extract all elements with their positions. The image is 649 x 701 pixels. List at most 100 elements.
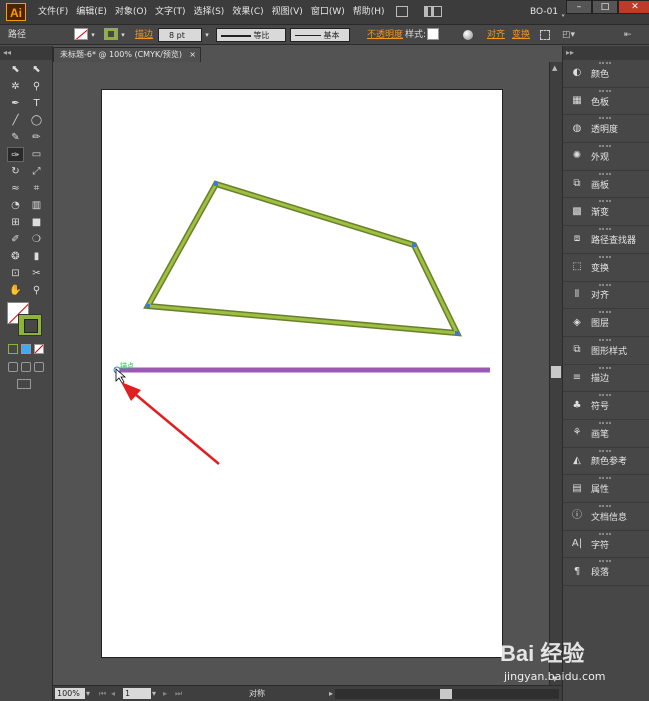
status-text[interactable]: 对称 [249,688,265,699]
fill-color-swatch[interactable] [74,28,88,40]
menu-item[interactable]: 文字(T) [151,0,190,25]
perspective-grid-tool-icon[interactable]: ▥ [28,198,45,213]
horizontal-scroll-thumb[interactable] [440,689,452,699]
workspace-switcher[interactable]: BO-01 ˬ [530,0,565,25]
blend-tool-icon[interactable]: ❍ [28,232,45,247]
zoom-tool-icon[interactable]: ⚲ [28,283,45,298]
panel-item-symbols[interactable]: ♣ 符号 [563,392,649,420]
color-mode-icon[interactable] [8,344,18,354]
free-transform-tool-icon[interactable]: ⌗ [28,181,45,196]
menu-item[interactable]: 窗口(W) [307,0,349,25]
panel-item-align[interactable]: ⫴ 对齐 [563,282,649,310]
graphic-style-swatch[interactable] [427,28,439,40]
panel-item-color[interactable]: ◐ 颜色 [563,60,649,88]
anchor-point[interactable] [214,182,218,186]
transform-link[interactable]: 变换 [512,28,530,42]
anchor-point[interactable] [455,331,459,335]
align-link[interactable]: 对齐 [487,28,505,42]
type-tool-icon[interactable]: T [28,96,45,111]
menu-item[interactable]: 视图(V) [268,0,307,25]
recolor-artwork-icon[interactable] [463,30,473,40]
menu-item[interactable]: 帮助(H) [349,0,389,25]
panel-item-stroke[interactable]: ≡ 描边 [563,365,649,393]
panel-item-gradient[interactable]: ▩ 渐变 [563,198,649,227]
canvas-area[interactable]: 锚点 [53,62,549,685]
gradient-tool-icon[interactable]: ■ [28,215,45,230]
column-graph-tool-icon[interactable]: ▮ [28,249,45,264]
eraser-tool-icon[interactable]: ▭ [28,147,45,162]
lasso-tool-icon[interactable]: ⚲ [28,79,45,94]
fill-dropdown-icon[interactable]: ▾ [89,28,97,42]
panel-item-document-info[interactable]: ⓘ 文档信息 [563,503,649,531]
horizontal-scrollbar[interactable] [335,689,559,699]
opacity-link[interactable]: 不透明度 [367,28,403,42]
close-document-icon[interactable]: × [189,48,196,62]
stroke-panel-link[interactable]: 描边 [135,28,153,42]
status-menu-icon[interactable]: ▸ [329,688,333,699]
stroke-dropdown-icon[interactable]: ▾ [119,28,127,42]
artboard-number-field[interactable]: 1 [123,688,151,699]
menu-item[interactable]: 选择(S) [190,0,229,25]
direct-selection-tool-icon[interactable]: ⬉ [28,62,45,77]
paintbrush-tool-icon[interactable]: ✎ [7,130,24,145]
maximize-button[interactable]: □ [592,0,618,14]
blob-brush-tool-icon[interactable]: ✑ [7,147,24,162]
scroll-up-icon[interactable]: ▲ [552,64,557,72]
tools-panel-header[interactable]: ◂◂ [0,46,52,60]
menu-item[interactable]: 编辑(E) [72,0,111,25]
menu-item[interactable]: 文件(F) [34,0,72,25]
draw-normal-icon[interactable] [8,362,18,372]
draw-inside-icon[interactable] [34,362,44,372]
panel-item-layers[interactable]: ◈ 图层 [563,309,649,337]
next-artboard-icon[interactable]: ▸ [163,688,167,699]
pencil-tool-icon[interactable]: ✏ [28,130,45,145]
panel-item-attributes[interactable]: ▤ 属性 [563,475,649,503]
hand-tool-icon[interactable]: ✋ [7,283,24,298]
scale-tool-icon[interactable]: ⤢ [28,164,45,179]
previous-artboard-icon[interactable]: ◂ [111,688,115,699]
anchor-point[interactable] [146,304,150,308]
stroke-weight-field[interactable]: 8 pt [158,28,202,42]
last-artboard-icon[interactable]: ⏭ [175,688,182,699]
vertical-scroll-thumb[interactable] [551,366,561,378]
close-button[interactable]: ✕ [618,0,649,14]
select-similar-icon[interactable]: ◰▾ [562,28,578,42]
panel-item-graphic-styles[interactable]: ⧉ 图形样式 [563,337,649,365]
panel-item-swatches[interactable]: ▦ 色板 [563,88,649,116]
mesh-tool-icon[interactable]: ⊞ [7,215,24,230]
vertical-scrollbar[interactable]: ▲ ▼ [549,62,562,685]
selection-tool-icon[interactable]: ⬉ [7,62,24,77]
symbol-sprayer-tool-icon[interactable]: ❂ [7,249,24,264]
panel-item-brushes[interactable]: ⚘ 画笔 [563,420,649,448]
shape-builder-tool-icon[interactable]: ◔ [7,198,24,213]
panel-item-color-guide[interactable]: ◭ 颜色参考 [563,448,649,476]
isolate-object-icon[interactable] [540,30,550,40]
brush-definition-select[interactable]: 基本 [290,28,350,42]
panel-item-transparency[interactable]: ◍ 透明度 [563,115,649,144]
anchor-point[interactable] [412,243,416,247]
stroke-indicator[interactable] [18,314,42,336]
arrange-documents-icon[interactable] [424,6,442,17]
zoom-level-field[interactable]: 100% [55,688,85,699]
ellipse-tool-icon[interactable]: ◯ [28,113,45,128]
menu-item[interactable]: 对象(O) [111,0,151,25]
first-artboard-icon[interactable]: ⏮ [99,688,106,699]
document-tab[interactable]: 未标题-6* @ 100% (CMYK/预览) × [53,47,201,62]
gradient-mode-icon[interactable] [21,344,31,354]
bridge-icon[interactable] [396,6,408,17]
screen-mode-icon[interactable] [17,379,31,389]
panel-item-character[interactable]: A| 字符 [563,531,649,559]
line-tool-icon[interactable]: ╱ [7,113,24,128]
zoom-dropdown-icon[interactable]: ▾ [86,688,94,699]
none-mode-icon[interactable] [34,344,44,354]
panel-item-pathfinder[interactable]: ⧈ 路径查找器 [563,226,649,254]
panel-item-paragraph[interactable]: ¶ 段落 [563,558,649,587]
width-tool-icon[interactable]: ≈ [7,181,24,196]
minimize-button[interactable]: – [566,0,592,14]
draw-behind-icon[interactable] [21,362,31,372]
eyedropper-tool-icon[interactable]: ✐ [7,232,24,247]
stroke-color-swatch[interactable] [104,28,118,40]
panel-item-appearance[interactable]: ✺ 外观 [563,143,649,171]
panel-dock-header[interactable]: ▸▸ [563,46,649,60]
panel-menu-icon[interactable]: ⇤ [624,28,632,42]
